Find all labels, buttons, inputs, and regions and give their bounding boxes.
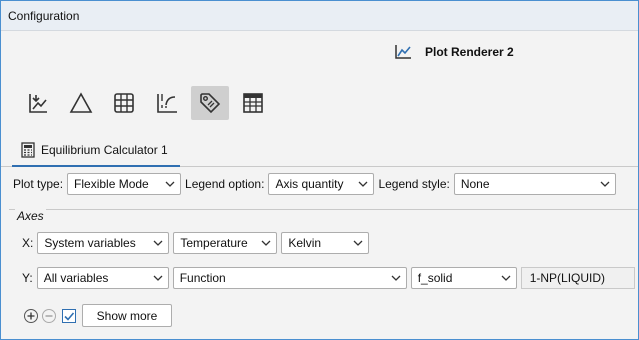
legend-option-label: Legend option: — [185, 177, 265, 191]
y-variable-type-value: All variables — [43, 271, 109, 285]
show-more-button[interactable]: Show more — [82, 304, 172, 327]
plus-icon — [27, 312, 35, 319]
tool-grid[interactable] — [105, 86, 143, 120]
remove-axis-button[interactable] — [42, 308, 56, 323]
chevron-down-icon — [501, 275, 511, 281]
y-variable-type-select[interactable]: All variables — [36, 267, 169, 289]
x-quantity-value: Temperature — [180, 236, 248, 250]
y-axis-row: Y: All variables Function f_solid 1-NP(L… — [22, 267, 635, 289]
tab-equilibrium-calculator[interactable]: Equilibrium Calculator 1 — [12, 135, 180, 167]
renderer-title: Plot Renderer 2 — [425, 45, 514, 59]
legend-option-value: Axis quantity — [275, 177, 344, 191]
minus-icon — [45, 314, 53, 317]
chevron-down-icon — [261, 240, 271, 246]
chevron-down-icon — [391, 275, 401, 281]
renderer-header: Plot Renderer 2 — [394, 41, 514, 63]
legend-style-select[interactable]: None — [453, 173, 616, 195]
x-quantity-select[interactable]: Temperature — [173, 232, 278, 254]
y-axis-label: Y: — [22, 271, 33, 285]
legend-style-value: None — [460, 177, 490, 191]
tool-tag[interactable] — [191, 86, 229, 120]
table-icon — [243, 93, 263, 113]
title-bar: Configuration — [1, 1, 638, 31]
y-quantity-select[interactable]: Function — [172, 267, 407, 289]
chevron-down-icon — [153, 275, 163, 281]
x-variable-type-value: System variables — [44, 236, 136, 250]
calculator-icon — [21, 142, 35, 158]
y-function-select[interactable]: f_solid — [410, 267, 517, 289]
show-more-label: Show more — [96, 308, 158, 323]
tag-icon — [200, 93, 221, 114]
curve-axis-icon — [157, 94, 177, 113]
configuration-window: Configuration Plot Renderer 2 Equilibriu… — [0, 0, 639, 340]
y-quantity-value: Function — [179, 271, 226, 285]
axes-controls-row: Show more — [24, 304, 172, 327]
plot-type-value: Flexible Mode — [74, 177, 149, 191]
x-unit-value: Kelvin — [288, 236, 322, 250]
window-title: Configuration — [8, 9, 80, 23]
tool-table[interactable] — [234, 86, 272, 120]
toolbar — [19, 86, 277, 120]
y-expression-value: 1-NP(LIQUID) — [529, 271, 606, 285]
x-axis-label: X: — [22, 236, 34, 250]
plot-type-select[interactable]: Flexible Mode — [67, 173, 182, 195]
tool-curve-axis[interactable] — [148, 86, 186, 120]
chevron-down-icon — [600, 181, 610, 187]
chevron-down-icon — [353, 240, 363, 246]
tab-strip: Equilibrium Calculator 1 — [1, 135, 638, 167]
triangle-icon — [69, 92, 93, 113]
legend-style-label: Legend style: — [378, 177, 450, 191]
y-expression-field[interactable]: 1-NP(LIQUID) — [520, 267, 635, 289]
x-unit-select[interactable]: Kelvin — [281, 232, 370, 254]
line-chart-icon — [395, 45, 411, 59]
tool-triangle[interactable] — [62, 86, 100, 120]
axis-checkbox[interactable] — [62, 308, 76, 323]
x-variable-type-select[interactable]: System variables — [37, 232, 170, 254]
x-axis-row: X: System variables Temperature Kelvin — [22, 232, 370, 254]
options-row: Plot type: Flexible Mode Legend option: … — [13, 173, 616, 195]
check-icon — [64, 311, 75, 321]
chevron-down-icon — [153, 240, 163, 246]
chart-export-icon — [29, 94, 47, 113]
y-function-value: f_solid — [417, 271, 453, 285]
chevron-down-icon — [165, 181, 175, 187]
grid-icon — [114, 93, 134, 113]
legend-option-select[interactable]: Axis quantity — [268, 173, 375, 195]
tool-chart-export[interactable] — [19, 86, 57, 120]
chevron-down-icon — [358, 181, 368, 187]
add-axis-button[interactable] — [24, 308, 38, 323]
plot-type-label: Plot type: — [13, 177, 64, 191]
tab-label: Equilibrium Calculator 1 — [41, 143, 168, 157]
axes-title: Axes — [15, 209, 46, 223]
